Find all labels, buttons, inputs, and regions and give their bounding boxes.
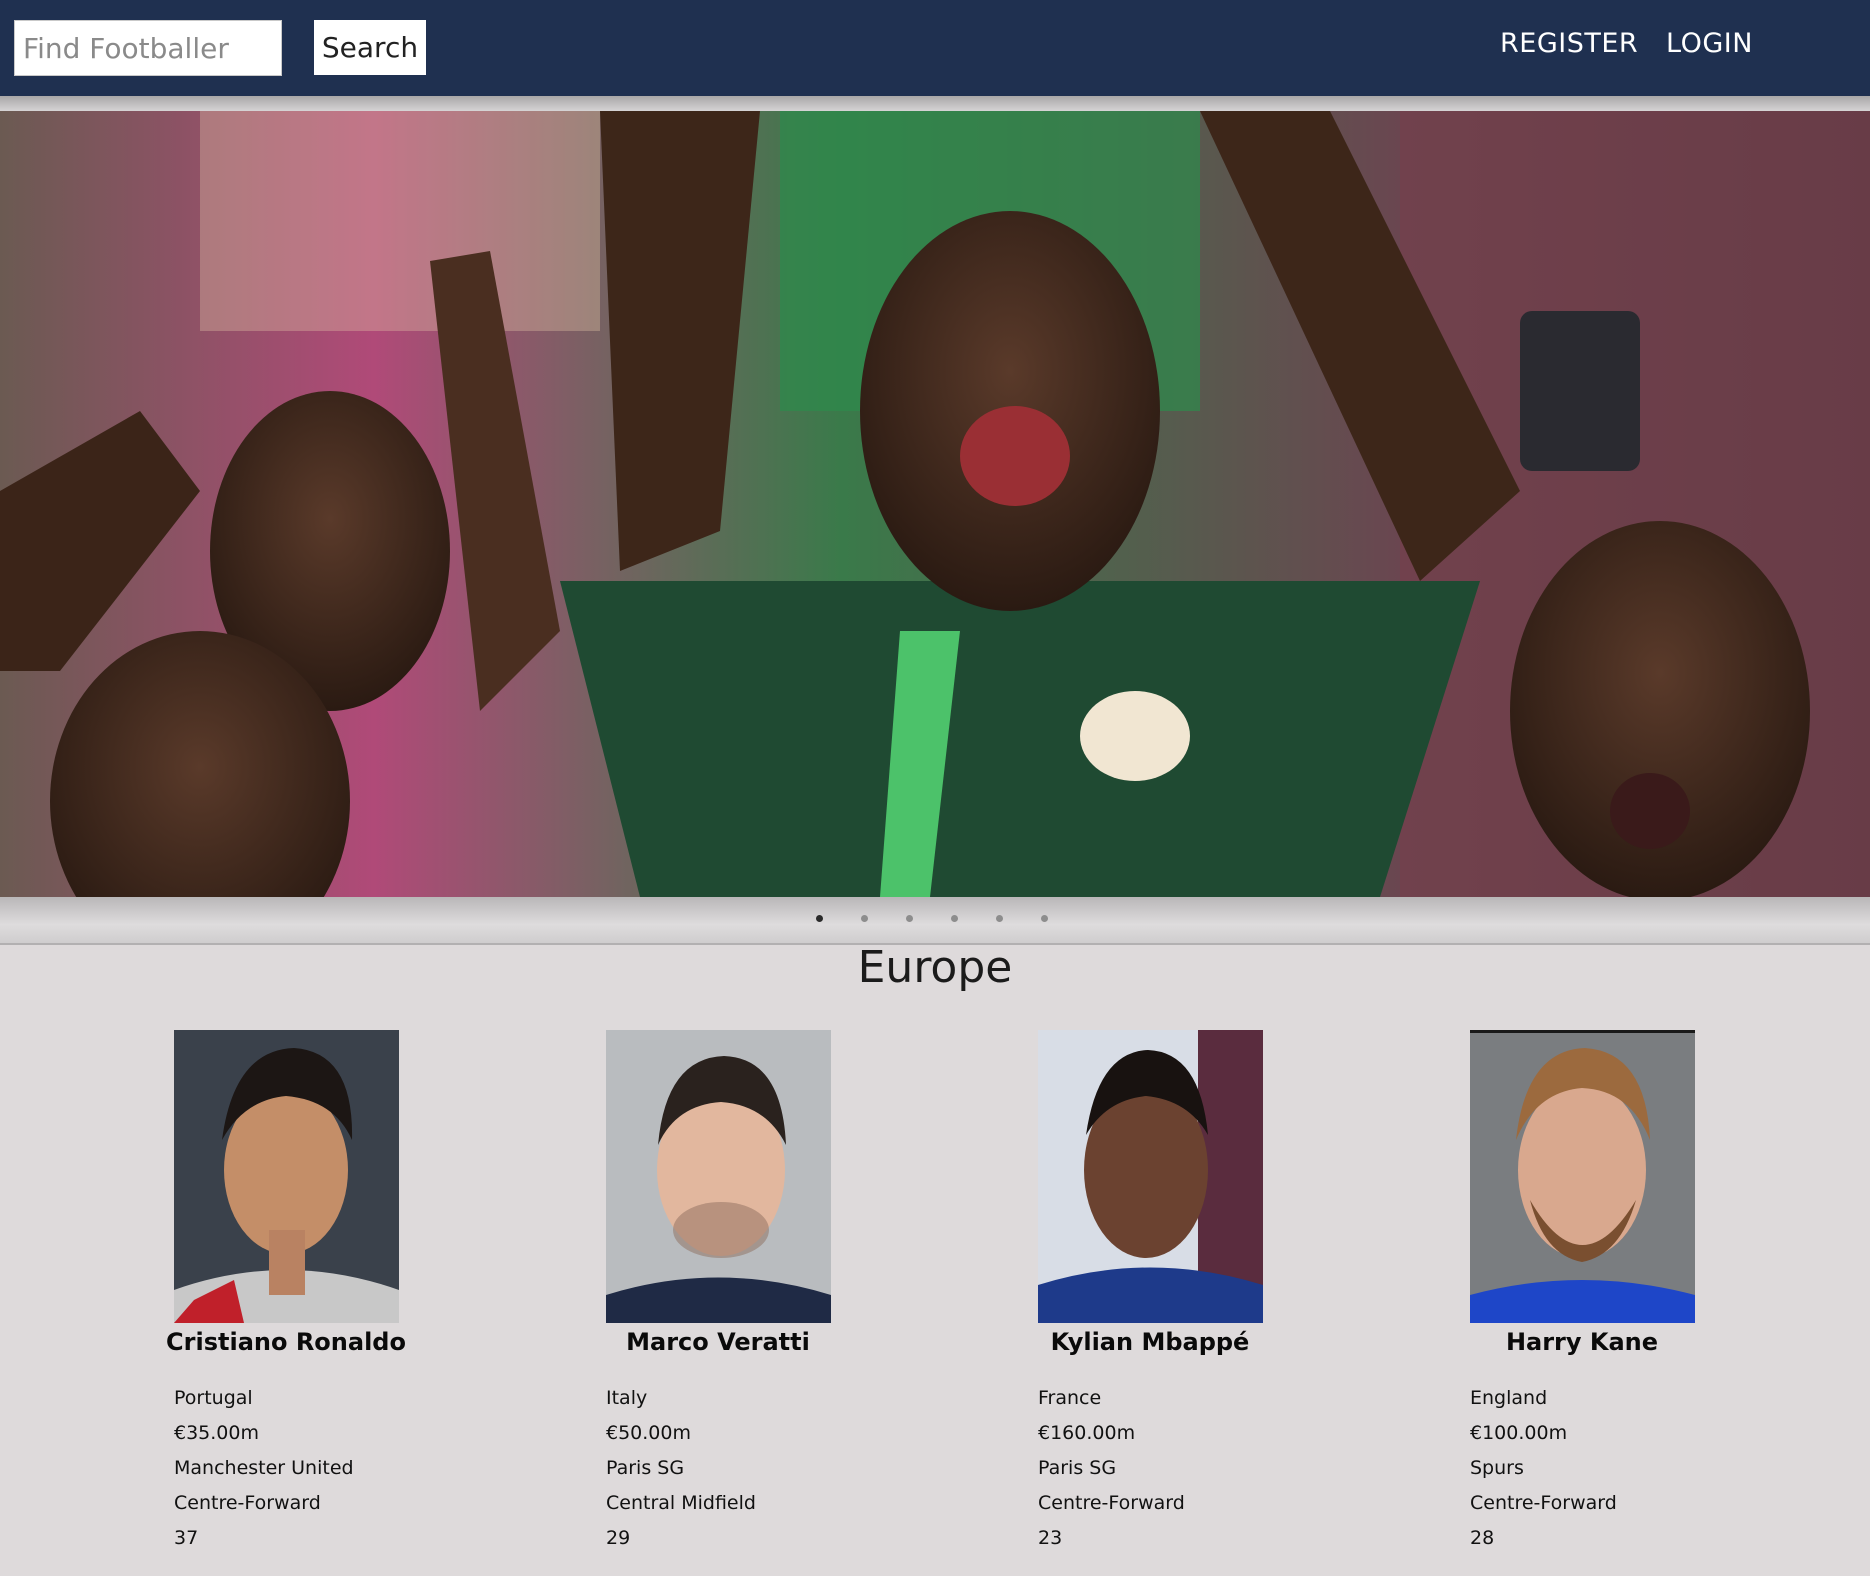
player-photo[interactable] <box>606 1030 831 1323</box>
player-position: Centre-Forward <box>1470 1492 1617 1514</box>
player-position: Centre-Forward <box>1038 1492 1185 1514</box>
player-club: Manchester United <box>174 1457 354 1479</box>
login-link[interactable]: LOGIN <box>1666 28 1753 59</box>
carousel-dot-5[interactable] <box>996 915 1003 922</box>
player-market-value: €50.00m <box>606 1422 691 1444</box>
carousel-dot-4[interactable] <box>951 915 958 922</box>
player-market-value: €160.00m <box>1038 1422 1136 1444</box>
player-age: 23 <box>1038 1527 1063 1549</box>
carousel-dot-1[interactable] <box>816 915 823 922</box>
carousel-dot-6[interactable] <box>1041 915 1048 922</box>
player-position: Central Midfield <box>606 1492 756 1514</box>
player-age: 28 <box>1470 1527 1495 1549</box>
header-shadow <box>0 96 1870 111</box>
player-country: France <box>1038 1387 1102 1409</box>
player-country: England <box>1470 1387 1548 1409</box>
player-name[interactable]: Cristiano Ronaldo <box>156 1328 416 1356</box>
carousel-dot-3[interactable] <box>906 915 913 922</box>
player-country: Italy <box>606 1387 648 1409</box>
player-country: Portugal <box>174 1387 253 1409</box>
player-photo[interactable] <box>1038 1030 1263 1323</box>
hero-carousel-image <box>0 111 1870 897</box>
search-button[interactable]: Search <box>314 20 426 75</box>
carousel-dot-2[interactable] <box>861 915 868 922</box>
player-name[interactable]: Harry Kane <box>1452 1328 1712 1356</box>
section-title: Europe <box>857 942 1013 993</box>
player-club: Paris SG <box>1038 1457 1117 1479</box>
player-club: Paris SG <box>606 1457 685 1479</box>
search-input[interactable] <box>14 20 282 76</box>
carousel-indicator-bar <box>0 897 1870 945</box>
register-link[interactable]: REGISTER <box>1500 28 1638 59</box>
player-market-value: €100.00m <box>1470 1422 1568 1444</box>
player-name[interactable]: Marco Veratti <box>588 1328 848 1356</box>
player-age: 29 <box>606 1527 631 1549</box>
player-club: Spurs <box>1470 1457 1524 1479</box>
player-position: Centre-Forward <box>174 1492 321 1514</box>
player-photo[interactable] <box>174 1030 399 1323</box>
player-photo[interactable] <box>1470 1030 1695 1323</box>
player-name[interactable]: Kylian Mbappé <box>1020 1328 1280 1356</box>
player-market-value: €35.00m <box>174 1422 259 1444</box>
player-age: 37 <box>174 1527 199 1549</box>
